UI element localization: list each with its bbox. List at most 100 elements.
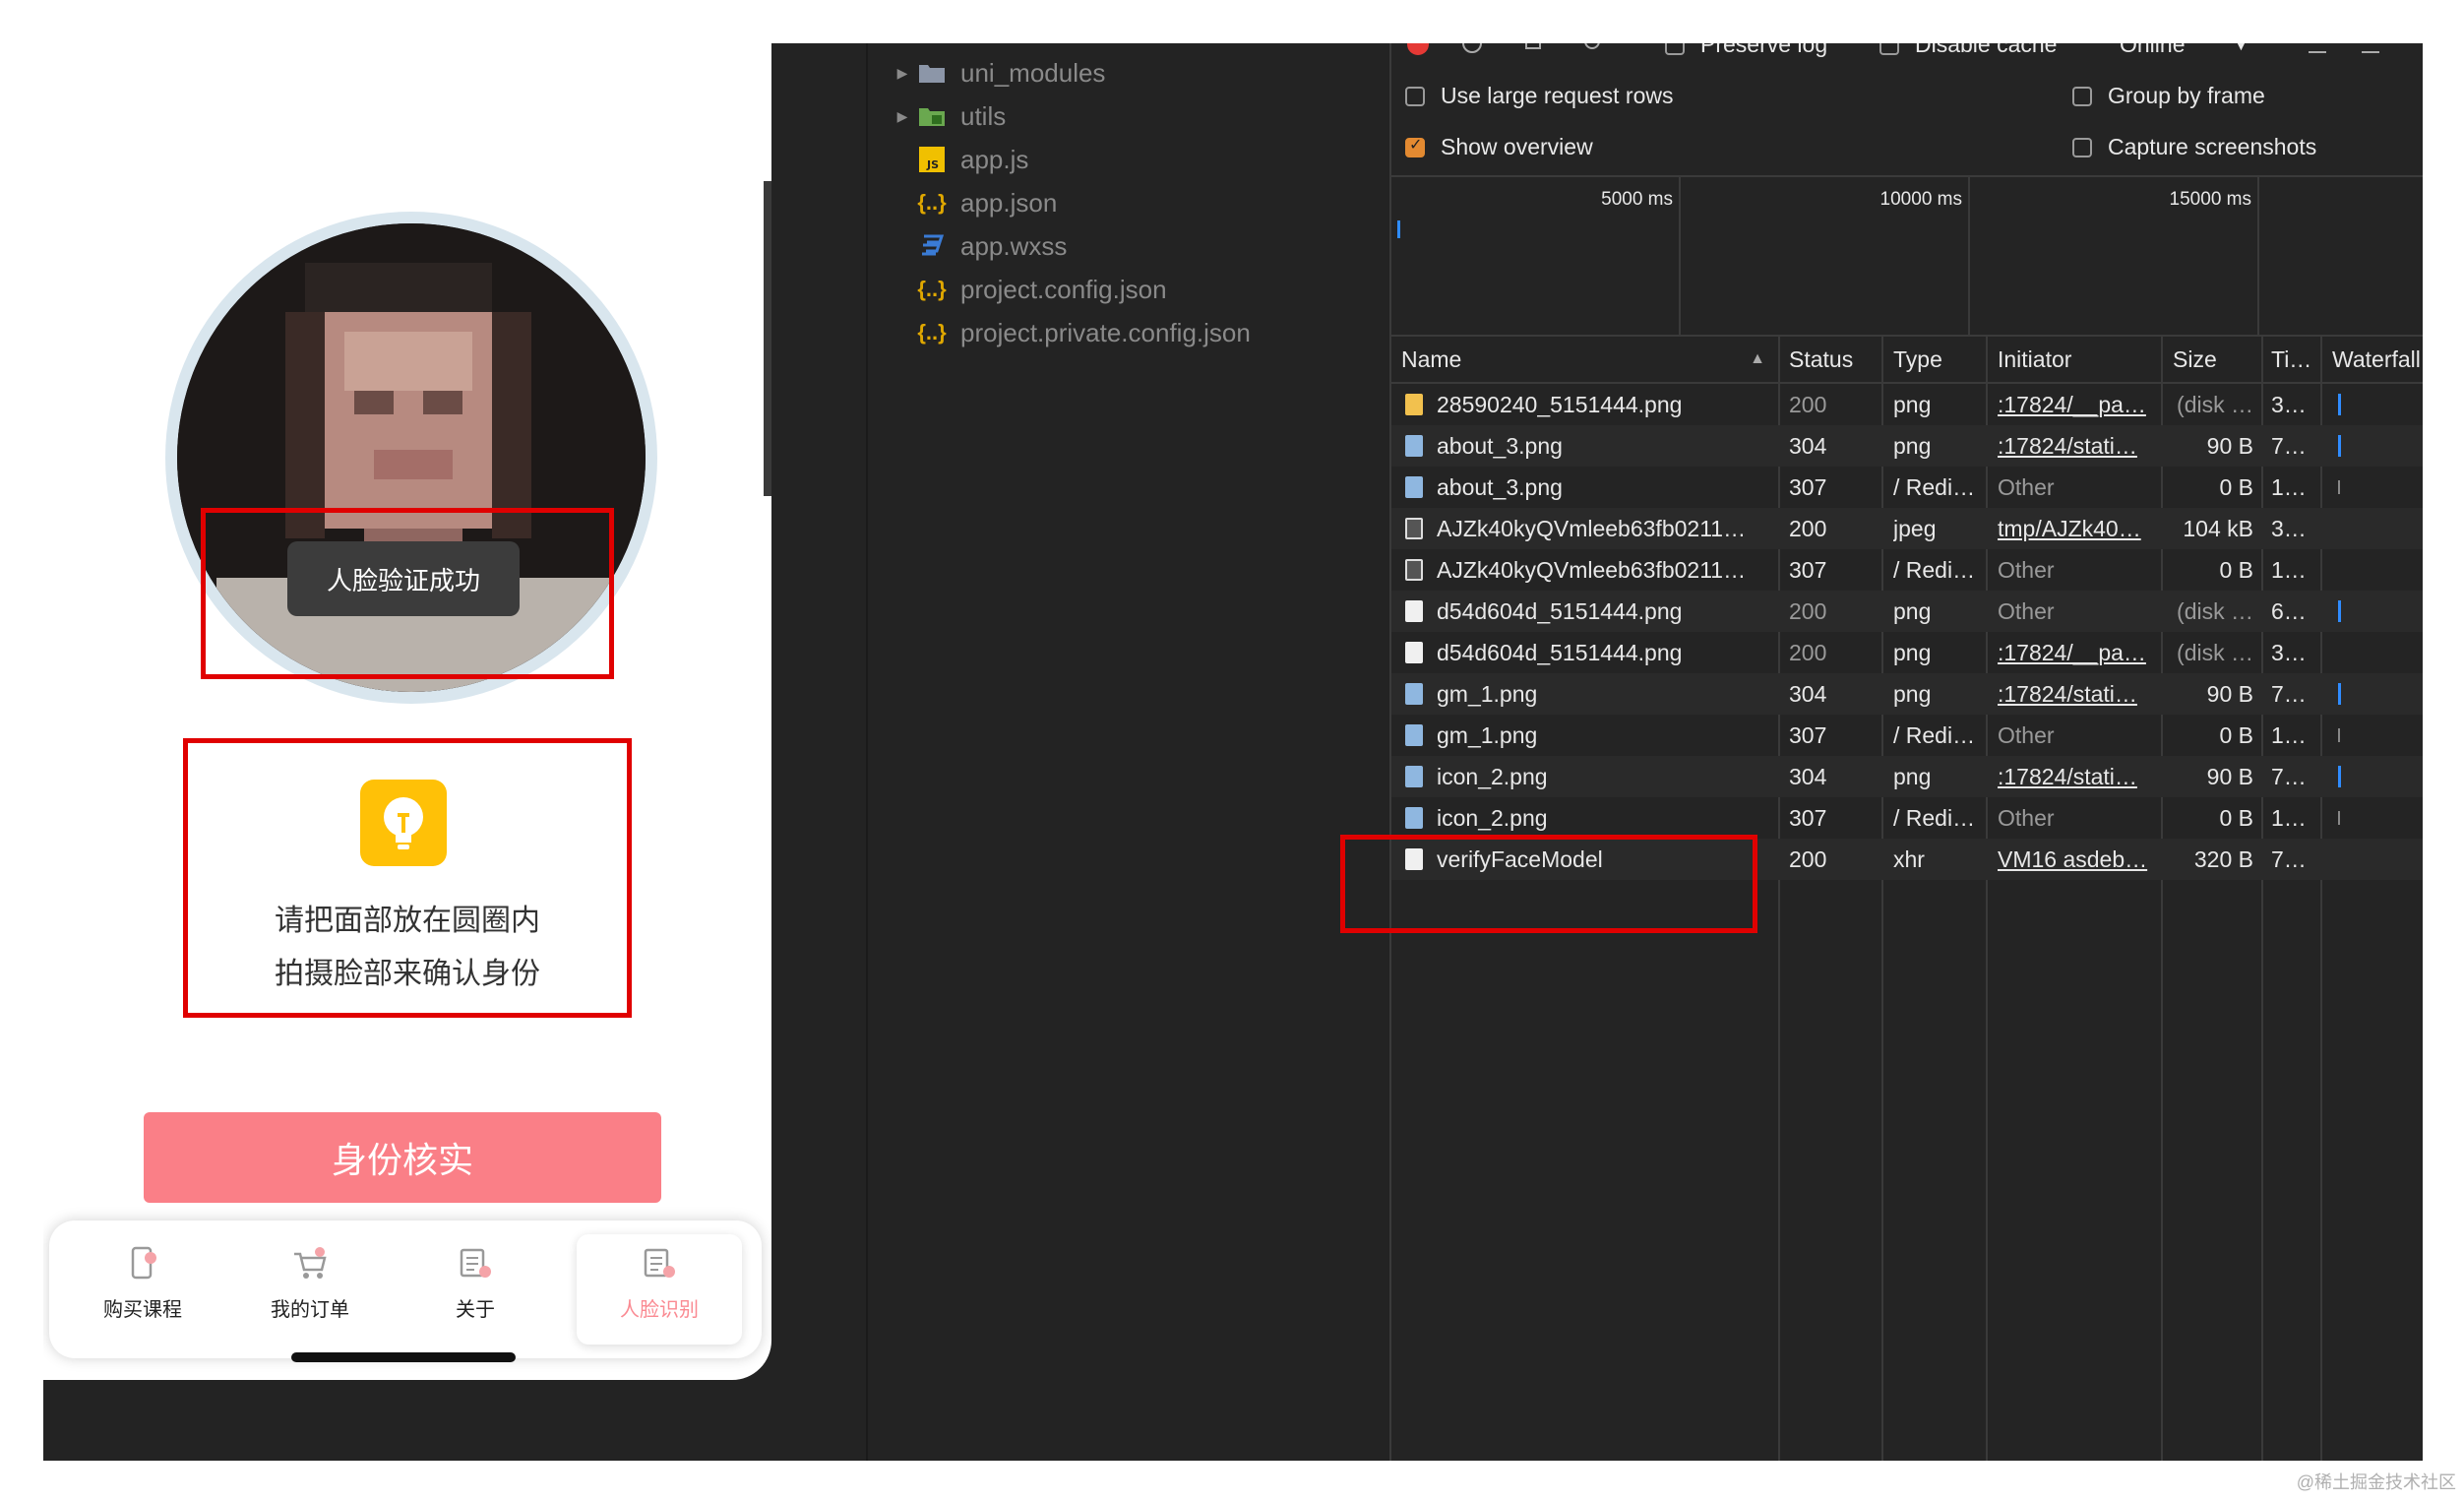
request-initiator-cell[interactable]: VM16 asdeb…	[1998, 839, 2155, 880]
request-status-cell: 200	[1789, 391, 1827, 417]
disable-cache-checkbox[interactable]: Disable cache	[1879, 43, 2057, 58]
table-row[interactable]: AJZk40kyQVmleeb63fb0211… 307 / Redi… Other 0…	[1391, 549, 2423, 591]
tab-label: 购买课程	[103, 1299, 182, 1321]
request-size-cell: 90 B	[2206, 432, 2253, 459]
header-label: Name	[1401, 345, 1462, 372]
record-icon[interactable]	[1407, 43, 1429, 55]
checkbox-box[interactable]	[2072, 137, 2092, 157]
request-initiator-cell[interactable]: Other	[1998, 591, 2155, 632]
table-row[interactable]: 28590240_5151444.png 200 png:17824/__pa… (d…	[1391, 384, 2423, 425]
timeline-tick: 10000 ms	[1879, 189, 1962, 210]
waterfall-bar	[2338, 600, 2341, 622]
tab-about[interactable]: 关于	[401, 1234, 549, 1345]
preserve-log-checkbox[interactable]: Preserve log	[1665, 43, 1827, 58]
checkbox-box-checked[interactable]	[1405, 135, 1425, 157]
request-name-cell[interactable]: 28590240_5151444.png	[1405, 384, 1773, 425]
request-name-cell[interactable]: about_3.png	[1405, 425, 1773, 467]
tab-buy-course[interactable]: 购买课程	[69, 1234, 216, 1345]
table-row[interactable]: gm_1.png 304 png:17824/stati… 90 B 7…	[1391, 673, 2423, 715]
large-rows-checkbox[interactable]: Use large request rows	[1405, 83, 1674, 109]
import-icon[interactable]	[2309, 43, 2326, 53]
request-initiator-cell[interactable]: Other	[1998, 797, 2155, 839]
table-row[interactable]: icon_2.png 307 / Redi… Other 0 B 1…	[1391, 797, 2423, 839]
checkbox-label: Use large request rows	[1441, 83, 1674, 108]
request-name-cell[interactable]: d54d604d_5151444.png	[1405, 591, 1773, 632]
checkbox-label: Capture screenshots	[2108, 134, 2317, 159]
request-initiator-cell[interactable]: Other	[1998, 549, 2155, 591]
request-type-cell: png	[1893, 680, 1932, 707]
checkbox-box[interactable]	[1879, 43, 1899, 55]
show-overview-checkbox[interactable]: Show overview	[1405, 134, 1593, 160]
request-name-cell[interactable]: icon_2.png	[1405, 756, 1773, 797]
request-size-cell: (disk …	[2177, 639, 2253, 665]
svg-text:JS: JS	[926, 158, 939, 171]
request-initiator-cell[interactable]: :17824/__pa…	[1998, 632, 2155, 673]
export-icon[interactable]	[2362, 43, 2379, 53]
request-name-cell[interactable]: AJZk40kyQVmleeb63fb0211…	[1405, 508, 1773, 549]
column-header-initiator[interactable]: Initiator	[1998, 337, 2071, 382]
column-header-waterfall[interactable]: Waterfall	[2332, 337, 2421, 382]
clear-icon[interactable]	[1462, 43, 1482, 53]
request-name-cell[interactable]: gm_1.png	[1405, 715, 1773, 756]
checkbox-box[interactable]	[1405, 86, 1425, 106]
request-time-cell: 1…	[2271, 556, 2307, 583]
chevron-right-icon[interactable]: ▶	[888, 65, 917, 82]
tree-item-uni-modules[interactable]: ▶ uni_modules	[888, 53, 1106, 93]
table-row[interactable]: gm_1.png 307 / Redi… Other 0 B 1…	[1391, 715, 2423, 756]
search-icon[interactable]	[1584, 43, 1600, 49]
throttle-select[interactable]: Online ▼	[2120, 43, 2248, 58]
column-header-type[interactable]: Type	[1893, 337, 1942, 382]
column-header-name[interactable]: Name ▲	[1401, 337, 1765, 382]
table-row[interactable]: about_3.png 304 png:17824/stati… 90 B 7…	[1391, 425, 2423, 467]
folder-icon	[917, 59, 947, 87]
timeline-gridline	[2257, 177, 2259, 335]
request-initiator-cell[interactable]: Other	[1998, 715, 2155, 756]
tree-item-project-config[interactable]: {..} project.config.json	[917, 270, 1166, 309]
request-name-cell[interactable]: icon_2.png	[1405, 797, 1773, 839]
request-initiator-cell[interactable]: :17824/stati…	[1998, 673, 2155, 715]
request-initiator-cell[interactable]: tmp/AJZk40…	[1998, 508, 2155, 549]
request-name-cell[interactable]: AJZk40kyQVmleeb63fb0211…	[1405, 549, 1773, 591]
checkbox-box[interactable]	[2072, 86, 2092, 106]
simulator-scrollbar[interactable]	[764, 181, 771, 496]
table-row[interactable]: d54d604d_5151444.png 200 png Other (disk … 6…	[1391, 591, 2423, 632]
request-time-cell: 7…	[2271, 432, 2307, 459]
checkbox-label: Preserve log	[1700, 43, 1828, 57]
request-initiator-cell[interactable]: :17824/__pa…	[1998, 384, 2155, 425]
request-name: gm_1.png	[1437, 721, 1538, 748]
tree-item-app-js[interactable]: JS app.js	[917, 140, 1028, 179]
group-by-frame-checkbox[interactable]: Group by frame	[2072, 83, 2265, 109]
tab-my-orders[interactable]: 我的订单	[236, 1234, 384, 1345]
home-indicator	[291, 1352, 516, 1362]
highlight-box-request	[1340, 835, 1757, 933]
tree-item-utils[interactable]: ▶ utils	[888, 96, 1007, 136]
table-row[interactable]: icon_2.png 304 png:17824/stati… 90 B 7…	[1391, 756, 2423, 797]
timeline-tick: 5000 ms	[1601, 189, 1673, 210]
request-name-cell[interactable]: d54d604d_5151444.png	[1405, 632, 1773, 673]
request-initiator-cell[interactable]: :17824/stati…	[1998, 756, 2155, 797]
devtools-network-panel: Preserve log Disable cache Online ▼ Use l…	[1340, 43, 2423, 1461]
timeline-overview[interactable]: 5000 ms 10000 ms 15000 ms	[1391, 175, 2423, 337]
table-row[interactable]: d54d604d_5151444.png 200 png:17824/__pa… (d…	[1391, 632, 2423, 673]
column-header-size[interactable]: Size	[2173, 337, 2217, 382]
verify-identity-button[interactable]: 身份核实	[144, 1112, 661, 1203]
column-header-time[interactable]: Ti…	[2271, 337, 2311, 382]
request-time-cell: 7…	[2271, 763, 2307, 789]
filter-icon[interactable]	[1525, 43, 1541, 49]
request-name-cell[interactable]: gm_1.png	[1405, 673, 1773, 715]
capture-screenshots-checkbox[interactable]: Capture screenshots	[2072, 134, 2316, 160]
tab-face-recognition[interactable]: 人脸识别	[577, 1234, 742, 1345]
table-row[interactable]: AJZk40kyQVmleeb63fb0211… 200 jpeg tmp/AJZk4…	[1391, 508, 2423, 549]
request-initiator-cell[interactable]: :17824/stati…	[1998, 425, 2155, 467]
request-initiator-cell[interactable]: Other	[1998, 467, 2155, 508]
request-size-cell: 90 B	[2206, 680, 2253, 707]
tree-item-app-json[interactable]: {..} app.json	[917, 183, 1057, 222]
tree-item-app-wxss[interactable]: app.wxss	[917, 226, 1067, 266]
request-time-cell: 3…	[2271, 639, 2307, 665]
request-name-cell[interactable]: about_3.png	[1405, 467, 1773, 508]
column-header-status[interactable]: Status	[1789, 337, 1853, 382]
chevron-right-icon[interactable]: ▶	[888, 108, 917, 125]
checkbox-box[interactable]	[1665, 43, 1685, 55]
tree-item-project-private-config[interactable]: {..} project.private.config.json	[917, 313, 1251, 352]
table-row[interactable]: about_3.png 307 / Redi… Other 0 B 1…	[1391, 467, 2423, 508]
